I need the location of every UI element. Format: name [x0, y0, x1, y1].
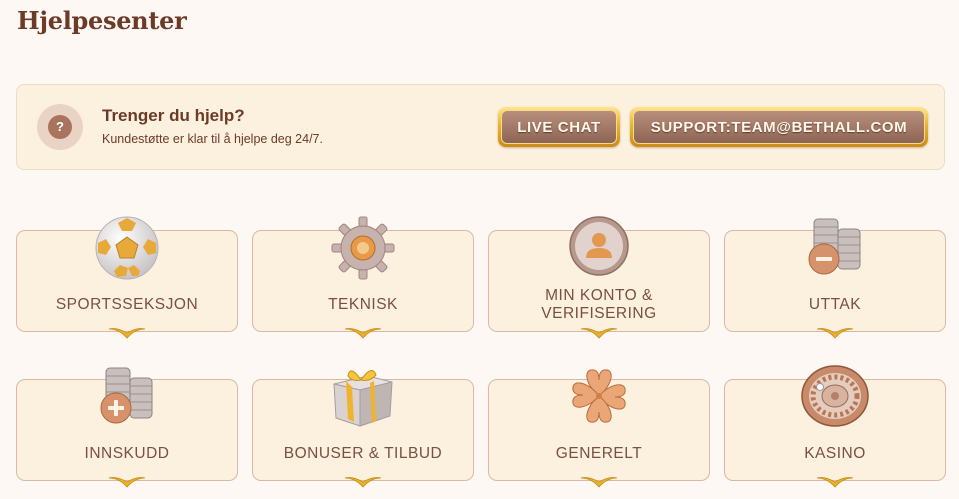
- category-card-bonuser[interactable]: BONUSER & TILBUD: [252, 370, 474, 488]
- gift-box-icon: [333, 370, 393, 427]
- page-title: Hjelpesenter: [17, 6, 187, 35]
- help-title: Trenger du hjelp?: [102, 106, 245, 125]
- category-label-line2: VERIFISERING: [541, 305, 657, 322]
- question-mark-glyph: ?: [48, 115, 72, 139]
- chevron-down-icon: [108, 328, 146, 339]
- coin-stack-minus-icon: [808, 218, 861, 275]
- category-card-generelt[interactable]: GENERELT: [488, 369, 710, 488]
- category-label: KASINO: [804, 445, 866, 462]
- roulette-wheel-icon: [801, 365, 869, 427]
- chevron-down-icon: [108, 477, 146, 488]
- chevron-down-icon: [816, 477, 854, 488]
- question-mark-icon: ?: [37, 104, 83, 150]
- support-email-button[interactable]: SUPPORT:TEAM@BETHALL.COM: [630, 107, 928, 147]
- category-label: SPORTSSEKSJON: [55, 296, 199, 313]
- category-card-sportsseksjon[interactable]: SPORTSSEKSJON: [16, 216, 238, 339]
- soccer-ball-icon: [95, 216, 159, 280]
- chevron-down-icon: [580, 477, 618, 488]
- category-card-min-konto[interactable]: MIN KONTO & VERIFISERING: [488, 216, 710, 339]
- category-label: MIN KONTO & VERIFISERING: [489, 287, 709, 323]
- live-chat-button[interactable]: LIVE CHAT: [498, 107, 620, 147]
- category-label: UTTAK: [808, 296, 862, 313]
- chevron-down-icon: [344, 328, 382, 339]
- live-chat-label: LIVE CHAT: [501, 110, 617, 144]
- chevron-down-icon: [816, 328, 854, 339]
- category-card-teknisk[interactable]: TEKNISK: [252, 216, 474, 339]
- category-card-uttak[interactable]: UTTAK: [724, 218, 946, 339]
- category-label: BONUSER & TILBUD: [283, 445, 443, 462]
- chevron-down-icon: [580, 328, 618, 339]
- category-label-line1: MIN KONTO &: [545, 287, 653, 304]
- category-card-kasino[interactable]: KASINO: [724, 365, 946, 488]
- support-email-label: SUPPORT:TEAM@BETHALL.COM: [633, 110, 925, 144]
- chevron-down-icon: [344, 477, 382, 488]
- category-label: INNSKUDD: [84, 445, 170, 462]
- category-label: TEKNISK: [328, 296, 398, 313]
- user-account-icon: [569, 216, 629, 276]
- gear-icon: [331, 216, 395, 280]
- help-subtitle: Kundestøtte er klar til å hjelpe deg 24/…: [102, 132, 323, 146]
- help-panel: ? Trenger du hjelp? Kundestøtte er klar …: [16, 84, 945, 170]
- category-label: GENERELT: [555, 445, 643, 462]
- coin-stack-plus-icon: [100, 367, 153, 424]
- category-card-innskudd[interactable]: INNSKUDD: [16, 367, 238, 488]
- clover-icon: [572, 369, 626, 423]
